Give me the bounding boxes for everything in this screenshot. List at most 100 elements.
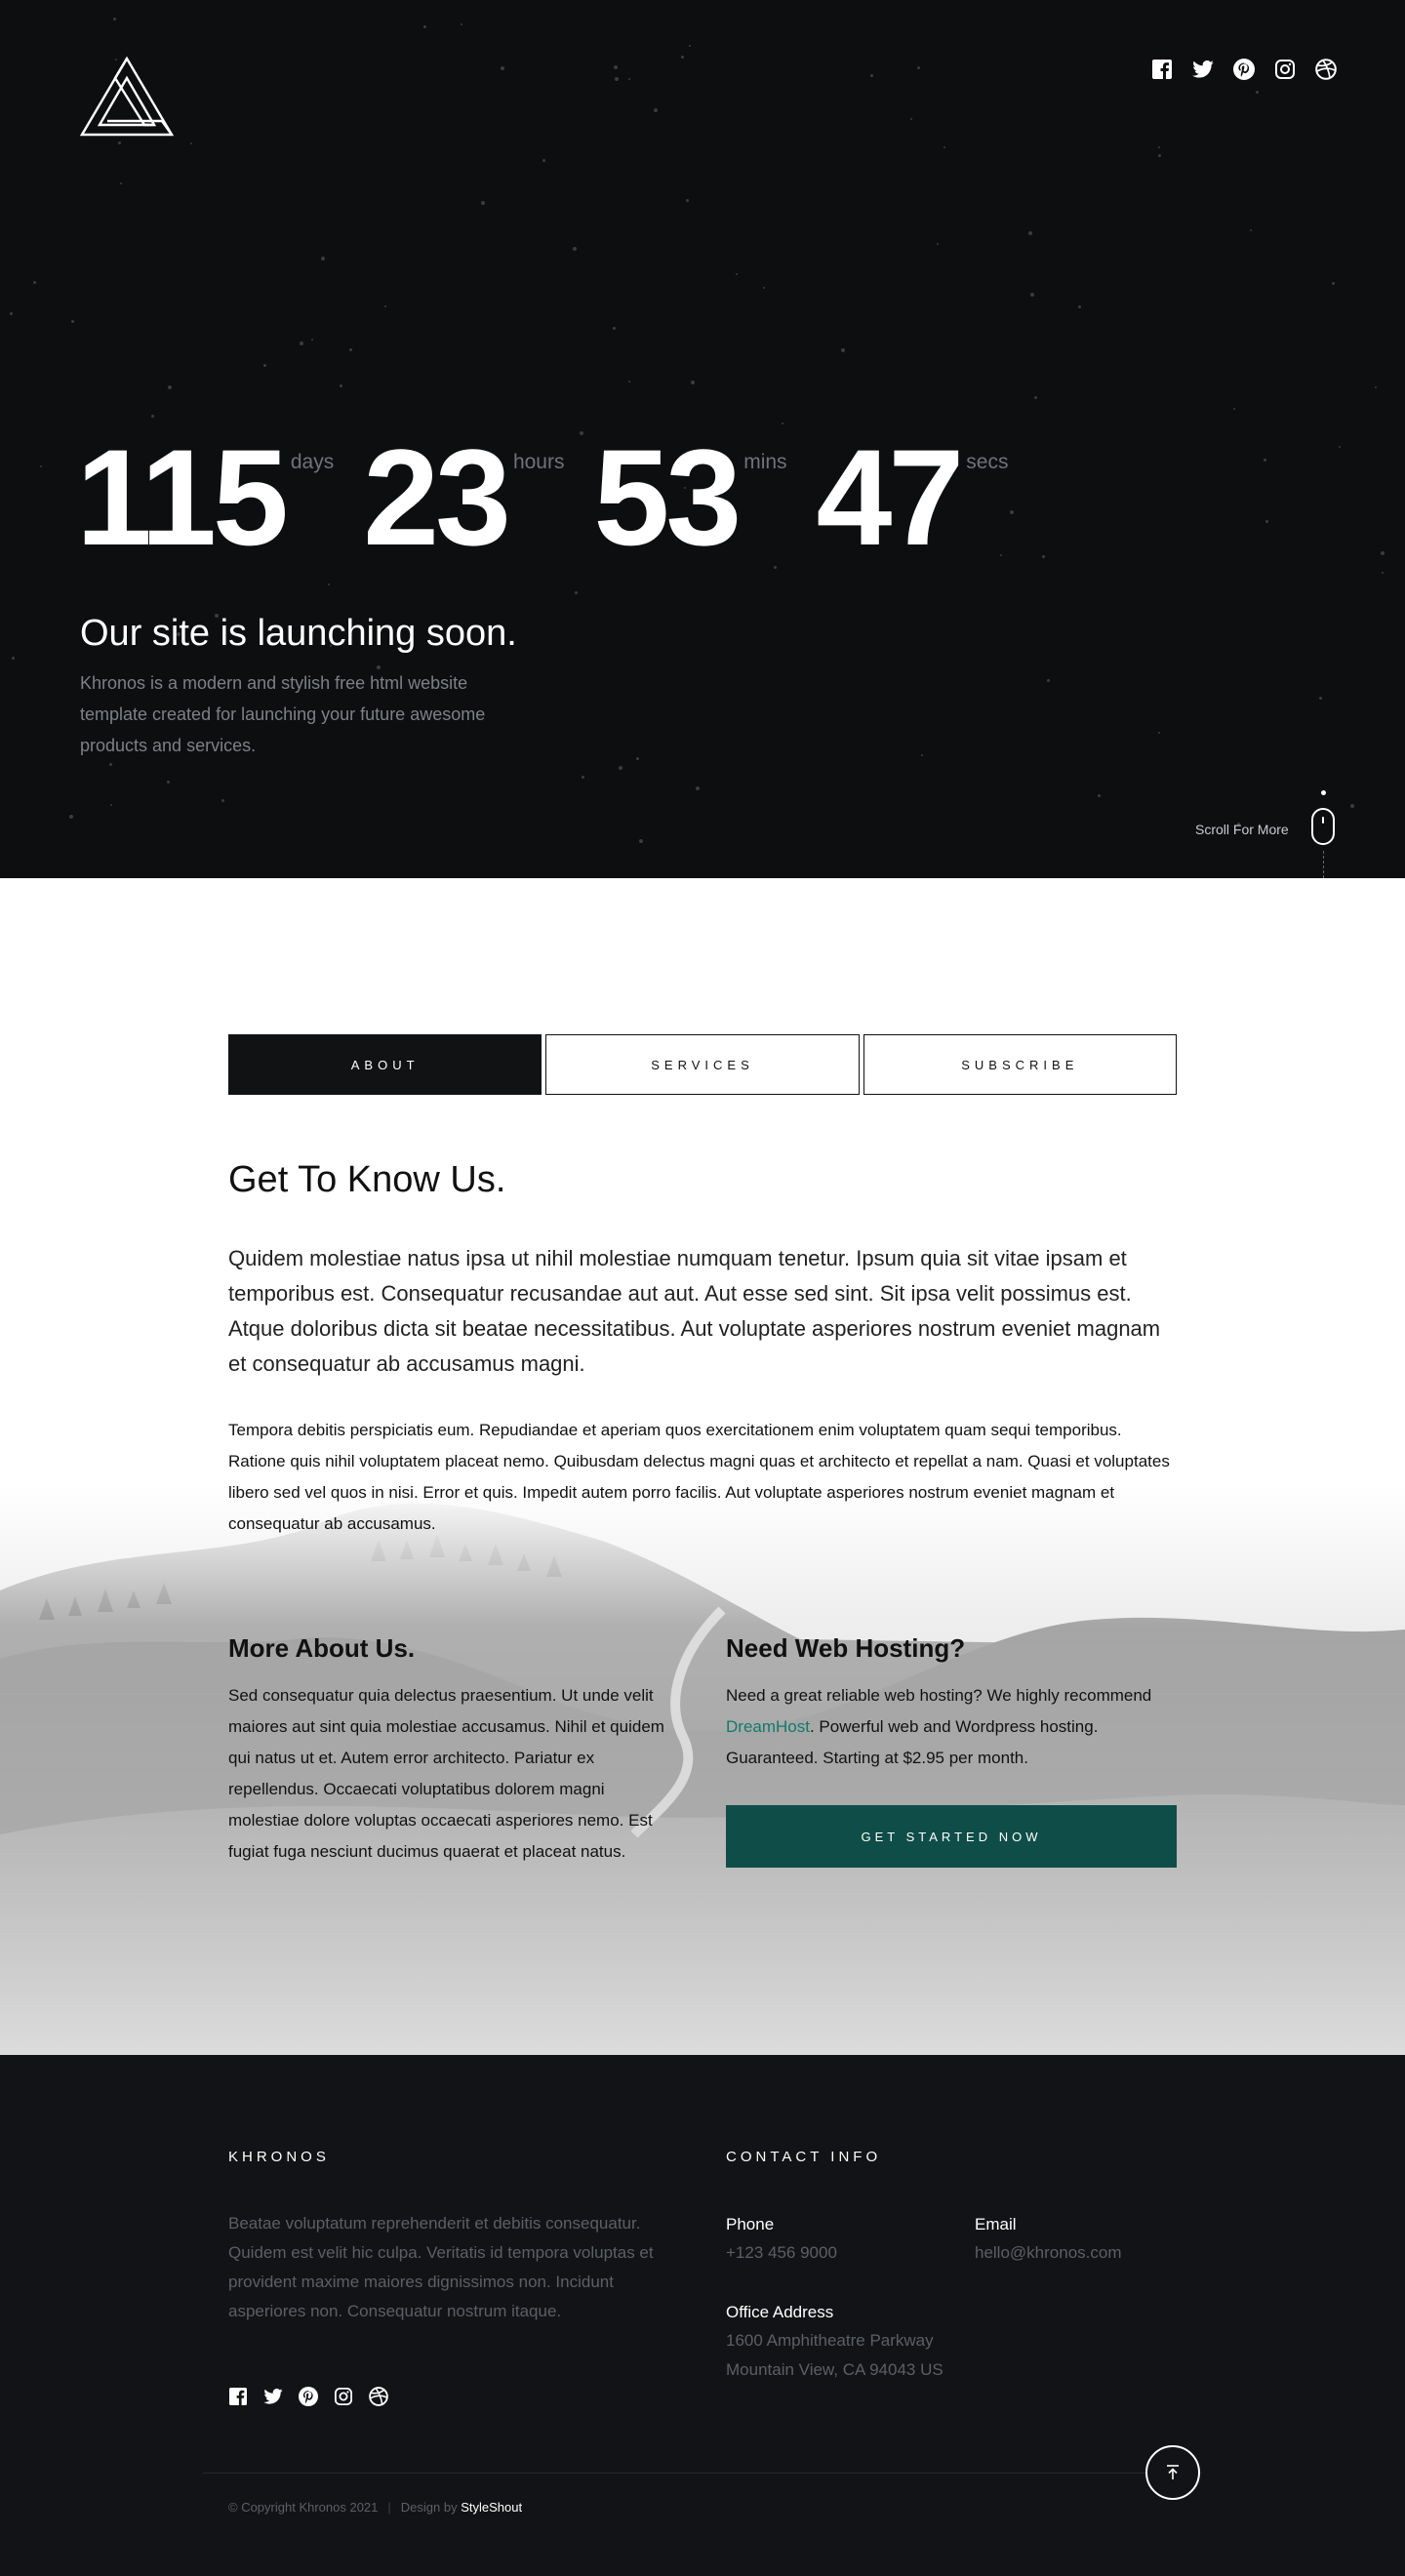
star-dot [921, 754, 923, 756]
office-address-label: Office Address [726, 2303, 834, 2321]
about-section: ABOUT SERVICES SUBSCRIBE Get To Know Us.… [0, 878, 1405, 2055]
copyright-separator: | [387, 2500, 391, 2515]
mins-label: mins [743, 451, 787, 473]
twitter-icon[interactable] [263, 2387, 283, 2406]
star-dot [1158, 146, 1160, 148]
star-dot [167, 781, 170, 784]
star-dot [40, 465, 42, 467]
star-dot [1233, 408, 1235, 410]
star-dot [1047, 679, 1050, 682]
star-dot [481, 201, 485, 205]
star-dot [423, 25, 426, 28]
star-dot [736, 273, 738, 275]
star-dot [1382, 572, 1384, 574]
star-dot [221, 799, 224, 802]
star-dot [575, 591, 578, 594]
star-dot [263, 364, 266, 367]
star-dot [113, 18, 116, 20]
dribbble-icon[interactable] [369, 2387, 388, 2406]
star-dot [1098, 794, 1101, 797]
star-dot [774, 566, 777, 569]
star-dot [321, 257, 325, 261]
hero-description: Khronos is a modern and stylish free htm… [80, 673, 486, 755]
star-dot [910, 118, 912, 120]
star-dot [639, 839, 643, 843]
contact-info-heading: CONTACT INFO [726, 2149, 882, 2165]
star-dot [118, 141, 121, 144]
star-dot [654, 108, 658, 112]
mins-value: 53 [593, 421, 742, 574]
phone-label: Phone [726, 2215, 775, 2234]
scroll-dot [1321, 790, 1326, 795]
instagram-icon[interactable] [334, 2387, 353, 2406]
hosting-text-start: Need a great reliable web hosting? We hi… [726, 1686, 1152, 1705]
star-dot [943, 146, 945, 148]
star-dot [628, 78, 630, 80]
star-dot [1265, 520, 1268, 523]
star-dot [614, 65, 618, 69]
star-dot [841, 348, 845, 352]
hours-label: hours [512, 451, 565, 473]
secs-value: 47 [816, 421, 965, 574]
star-dot [190, 142, 192, 144]
star-dot [917, 66, 920, 69]
star-dot [349, 348, 352, 351]
star-dot [582, 776, 584, 779]
star-dot [1034, 396, 1037, 399]
star-dot [763, 287, 765, 289]
scroll-mouse-icon[interactable] [1311, 808, 1335, 845]
star-dot [1030, 293, 1034, 297]
back-to-top-button[interactable] [1145, 2445, 1200, 2500]
star-dot [10, 312, 13, 315]
star-dot [782, 423, 783, 424]
star-dot [1158, 732, 1160, 734]
footer-brand: KHRONOS [228, 2149, 330, 2165]
scroll-line [1323, 851, 1324, 878]
designer-link[interactable]: StyleShout [461, 2500, 522, 2515]
star-dot [870, 74, 873, 77]
facebook-icon[interactable] [228, 2387, 248, 2406]
scroll-for-more-label[interactable]: Scroll For More [1195, 822, 1289, 837]
hero-section: 115 days 23 hours 53 mins 47 secs Our si… [0, 0, 1405, 878]
facebook-icon[interactable] [1151, 59, 1173, 80]
star-dot [1381, 551, 1385, 555]
phone-value[interactable]: +123 456 9000 [726, 2238, 837, 2268]
email-value[interactable]: hello@khronos.com [975, 2238, 1122, 2268]
hero-social-links [1151, 59, 1337, 80]
copyright-text: © Copyright Khronos 2021 [228, 2500, 379, 2515]
pinterest-icon[interactable] [1233, 59, 1255, 80]
star-dot [501, 66, 504, 70]
dribbble-icon[interactable] [1315, 59, 1337, 80]
dreamhost-link[interactable]: DreamHost [726, 1717, 810, 1736]
star-dot [1256, 91, 1259, 94]
countdown-secs: 47 secs [817, 429, 1009, 566]
star-dot [311, 339, 313, 341]
countdown-mins: 53 mins [593, 429, 786, 566]
star-dot [573, 247, 577, 251]
pinterest-icon[interactable] [299, 2387, 318, 2406]
instagram-icon[interactable] [1274, 59, 1296, 80]
footer-divider [203, 2473, 1202, 2474]
hosting-text: Need a great reliable web hosting? We hi… [726, 1680, 1177, 1774]
tab-subscribe[interactable]: SUBSCRIBE [863, 1034, 1177, 1095]
twitter-icon[interactable] [1192, 59, 1214, 80]
get-started-button[interactable]: GET STARTED NOW [726, 1805, 1177, 1868]
star-dot [1078, 305, 1081, 308]
star-dot [328, 584, 330, 585]
design-by-label: Design by [400, 2500, 458, 2515]
star-dot [542, 159, 545, 162]
star-dot [109, 763, 112, 766]
hours-value: 23 [363, 421, 511, 574]
arrow-up-icon [1167, 2465, 1179, 2479]
section-tabs: ABOUT SERVICES SUBSCRIBE [228, 1034, 1177, 1095]
star-dot [33, 281, 36, 284]
tab-services[interactable]: SERVICES [545, 1034, 860, 1095]
star-dot [686, 199, 689, 202]
star-dot [613, 327, 616, 330]
tab-about[interactable]: ABOUT [228, 1034, 542, 1095]
hero-title: Our site is launching soon. [80, 613, 517, 654]
star-dot [619, 766, 622, 770]
star-dot [1028, 231, 1032, 235]
star-dot [691, 381, 695, 384]
khronos-logo[interactable] [80, 57, 174, 139]
